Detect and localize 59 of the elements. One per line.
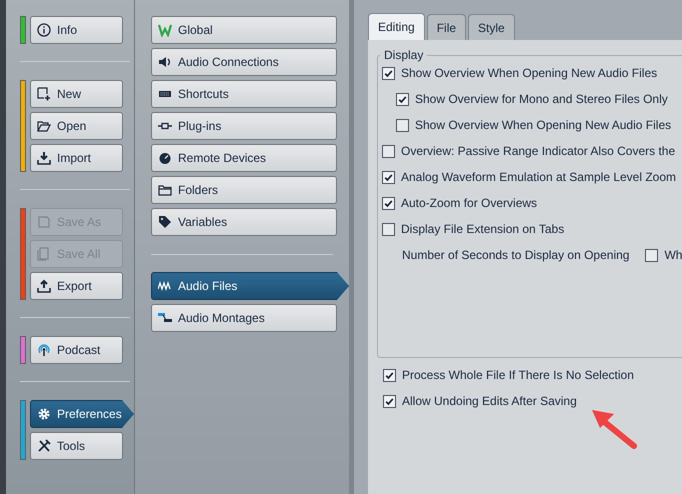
gear-icon xyxy=(37,407,51,421)
sidebar-button[interactable]: Preferences xyxy=(30,400,134,428)
category-button[interactable]: Plug-ins xyxy=(151,112,337,140)
sidebar-button[interactable]: Tools xyxy=(30,432,123,460)
montage-icon xyxy=(158,311,172,325)
checkbox[interactable] xyxy=(396,92,409,106)
folder-icon xyxy=(37,119,51,133)
logo-icon xyxy=(158,23,172,37)
tab[interactable]: Style xyxy=(468,14,515,40)
category-button[interactable]: Global xyxy=(151,16,337,44)
checkbox[interactable] xyxy=(382,66,395,80)
save-icon xyxy=(37,215,51,229)
category-button[interactable]: Variables xyxy=(151,208,337,236)
option-label: Show Overview for Mono and Stereo Files Only xyxy=(415,92,668,106)
sidebar-button[interactable]: New xyxy=(30,80,123,108)
speaker-icon xyxy=(158,55,172,69)
option-label: Analog Waveform Emulation at Sample Level Zoom xyxy=(401,170,676,184)
sidebar-button[interactable]: Open xyxy=(30,112,123,140)
tag-icon xyxy=(158,215,172,229)
sidebar-button[interactable]: Info xyxy=(30,16,123,44)
option-label: Allow Undoing Edits After Saving xyxy=(402,394,577,408)
group-title: Display xyxy=(383,48,424,62)
option-label: Show Overview When Opening New Audio Files xyxy=(401,66,658,80)
upload-icon xyxy=(37,279,51,293)
checkbox[interactable] xyxy=(382,196,395,210)
option-label: Wh xyxy=(664,248,682,262)
checkbox[interactable] xyxy=(645,248,658,262)
option-label: Number of Seconds to Display on Opening xyxy=(402,248,630,262)
download-icon xyxy=(37,151,51,165)
knob-icon xyxy=(158,151,172,165)
checkbox[interactable] xyxy=(396,118,409,132)
sidebar-button[interactable]: Podcast xyxy=(30,336,123,364)
waveform-icon xyxy=(158,279,172,293)
option-label: Auto-Zoom for Overviews xyxy=(401,196,538,210)
new-document-icon xyxy=(37,87,51,101)
checkbox[interactable] xyxy=(382,170,395,184)
category-button[interactable]: Shortcuts xyxy=(151,80,337,108)
checkbox[interactable] xyxy=(382,222,395,236)
category-button[interactable]: Audio Connections xyxy=(151,48,337,76)
tab[interactable]: Editing xyxy=(368,13,425,40)
tab[interactable]: File xyxy=(426,14,466,40)
checkbox[interactable] xyxy=(383,368,396,382)
option-label: Overview: Passive Range Indicator Also Covers the xyxy=(401,144,676,158)
category-button[interactable]: Remote Devices xyxy=(151,144,337,172)
option-label: Show Overview When Opening New Audio Files xyxy=(415,118,672,132)
category-button[interactable]: Audio Files xyxy=(151,272,349,300)
option-label: Process Whole File If There Is No Selection xyxy=(402,368,634,382)
tools-icon xyxy=(37,439,51,453)
checkbox[interactable] xyxy=(382,144,395,158)
info-icon xyxy=(37,23,51,37)
podcast-icon xyxy=(37,343,51,357)
save-icon xyxy=(37,247,51,261)
category-button[interactable]: Folders xyxy=(151,176,337,204)
checkbox[interactable] xyxy=(383,394,396,408)
category-button[interactable]: Audio Montages xyxy=(151,304,337,332)
sidebar-button[interactable]: Export xyxy=(30,272,123,300)
sidebar-button[interactable]: Import xyxy=(30,144,123,172)
option-label: Display File Extension on Tabs xyxy=(401,222,564,236)
folder-icon xyxy=(158,183,172,197)
